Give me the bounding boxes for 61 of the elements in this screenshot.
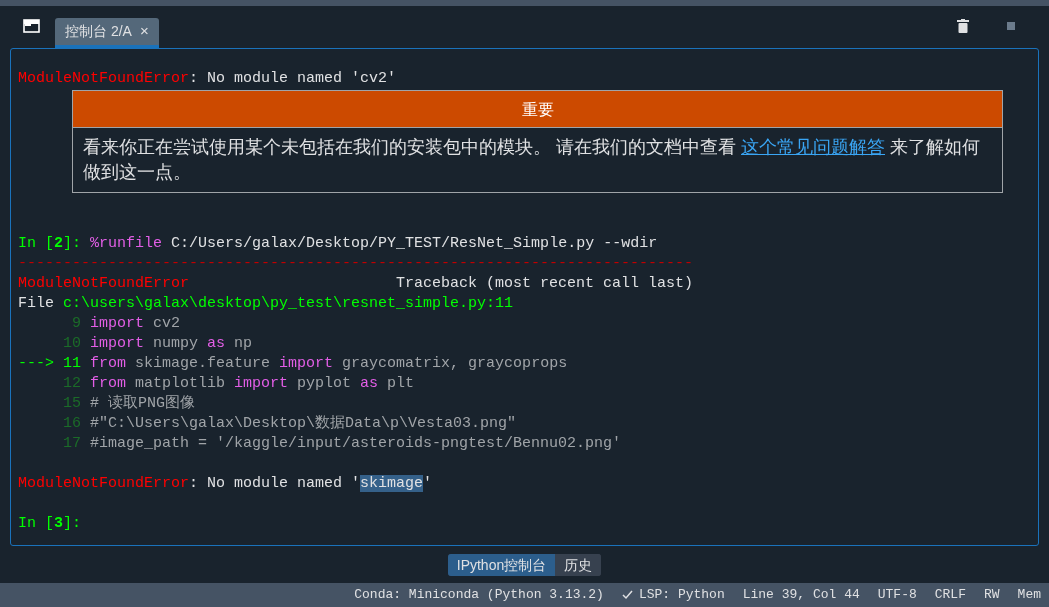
console-text: pyplot: [296, 375, 353, 392]
line-number: 16: [62, 415, 81, 432]
console-text: : No module named 'cv2': [189, 70, 397, 87]
status-item: CRLF: [934, 586, 966, 605]
console-text: %runfile: [90, 235, 163, 252]
console-text: C:/Users/galax/Desktop/PY_TEST/ResNet_Simple.py --wdir: [170, 235, 658, 252]
window-icon[interactable]: [23, 19, 40, 33]
console-text: Traceback (most recent call last): [395, 275, 694, 292]
console-text: import: [90, 335, 145, 352]
line-number: 9: [71, 315, 81, 332]
console-text: plt: [386, 375, 415, 392]
console-text: ]:: [63, 235, 83, 252]
console-text: ---------------------------------------------------------------------------: [18, 255, 694, 272]
trash-icon[interactable]: [957, 19, 969, 33]
status-item: Mem: [1017, 586, 1041, 605]
console-text: np: [233, 335, 253, 352]
console-text: 2: [54, 235, 64, 252]
console-tab[interactable]: 控制台 2/A ×: [55, 18, 159, 48]
close-button[interactable]: ×: [139, 20, 149, 43]
console-text: skimage.feature: [134, 355, 272, 372]
console-text: #"C:\Users\galax\Desktop\数据Data\p\Vesta03.png": [90, 415, 517, 432]
console-text: ': [423, 475, 433, 492]
console-text: In [: [18, 515, 54, 532]
console-text: --->: [18, 355, 54, 372]
status-item: RW: [984, 586, 1000, 605]
console-text: graycomatrix, graycoprops: [341, 355, 568, 372]
console-text: ModuleNotFoundError: [18, 70, 190, 87]
console-text: matplotlib: [134, 375, 227, 392]
status-item: Line 39, Col 44: [742, 586, 860, 605]
line-number: 17: [62, 435, 81, 452]
notice-message: 看来你正在尝试使用某个未包括在我们的安装包中的模块。 请在我们的文档中查看 这个常见问题解答 来了解如何做到这一点。: [82, 136, 982, 184]
console-text: ModuleNotFoundError: [18, 475, 190, 492]
notice-header: 重要: [73, 91, 1002, 128]
console-text: from: [90, 375, 127, 392]
console-text: # 读取PNG图像: [90, 395, 196, 412]
console-text: ModuleNotFoundError: [18, 275, 190, 292]
console-text: : No module named ': [189, 475, 361, 492]
console-text: File: [18, 295, 55, 312]
console-text: ]:: [63, 515, 82, 532]
status-item: Conda: Miniconda (Python 3.13.2): [354, 586, 604, 605]
console-text: import: [279, 355, 334, 372]
status-item: LSP: Python: [638, 586, 725, 605]
line-number: 11: [63, 355, 82, 372]
console-text: as: [360, 375, 379, 392]
console-text: c:\users\galax\desktop\py_test\resnet_simple.py:11: [63, 295, 514, 312]
line-number: 10: [62, 335, 81, 352]
line-number: 12: [62, 375, 81, 392]
pane-tab[interactable]: IPython控制台: [447, 553, 556, 576]
console-text: import: [90, 315, 145, 332]
console-text: 3: [54, 515, 64, 532]
status-item: UTF-8: [877, 586, 917, 605]
console-text: #image_path = '/kaggle/input/asteroids-pngtest/Bennu02.png': [90, 435, 622, 452]
console-text: from: [90, 355, 127, 372]
console-text: as: [207, 335, 226, 352]
faq-link[interactable]: 这个常见问题解答: [741, 137, 885, 157]
console-text: In [: [18, 235, 54, 252]
console-text: import: [234, 375, 289, 392]
line-number: 15: [62, 395, 81, 412]
console-text: cv2: [152, 315, 181, 332]
console-text: numpy: [152, 335, 200, 352]
selected-text: skimage: [360, 475, 424, 492]
